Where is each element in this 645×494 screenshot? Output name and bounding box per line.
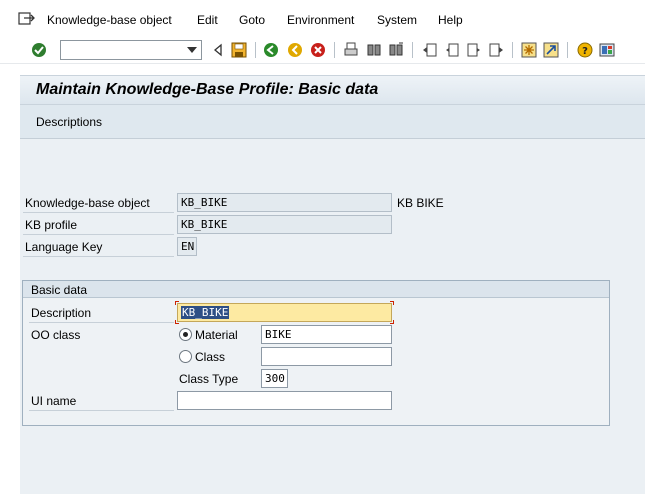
title-bar: Maintain Knowledge-Base Profile: Basic d… <box>20 75 645 105</box>
exit-menu-icon[interactable] <box>18 12 36 26</box>
shortcut-icon[interactable] <box>542 41 560 59</box>
description-value: KB_BIKE <box>181 306 230 319</box>
toolbar-separator <box>334 42 335 58</box>
focus-corner <box>175 320 179 324</box>
menu-system[interactable]: System <box>377 13 417 27</box>
cancel-icon[interactable] <box>309 41 327 59</box>
ui-name-input[interactable] <box>177 391 392 410</box>
create-session-icon[interactable] <box>520 41 538 59</box>
kb-profile-field[interactable]: KB_BIKE <box>177 215 392 234</box>
label-underline <box>23 212 174 213</box>
material-radio-label[interactable]: Material <box>195 328 238 342</box>
toolbar-separator <box>412 42 413 58</box>
enter-icon[interactable] <box>30 41 48 59</box>
application-toolbar: Descriptions <box>20 105 645 139</box>
command-dropdown-icon[interactable] <box>187 47 197 53</box>
help-icon[interactable]: ? <box>576 41 594 59</box>
last-page-icon[interactable] <box>487 41 505 59</box>
label-underline <box>29 410 174 411</box>
standard-toolbar: ? <box>0 36 645 64</box>
layout-icon[interactable] <box>598 41 616 59</box>
kb-object-field[interactable]: KB_BIKE <box>177 193 392 212</box>
label-underline <box>29 322 174 323</box>
menu-help[interactable]: Help <box>438 13 463 27</box>
find-next-icon[interactable] <box>387 41 405 59</box>
basic-data-group-header: Basic data <box>23 281 609 298</box>
find-icon[interactable] <box>365 41 383 59</box>
class-type-input[interactable]: 300 <box>261 369 288 388</box>
command-field[interactable] <box>60 40 202 60</box>
description-input[interactable]: KB_BIKE <box>177 303 392 322</box>
kb-object-label: Knowledge-base object <box>25 196 150 210</box>
ui-name-label: UI name <box>31 394 77 408</box>
language-key-label: Language Key <box>25 240 103 254</box>
menu-knowledge-base-object[interactable]: Knowledge-base object <box>47 13 172 27</box>
print-icon[interactable] <box>342 41 360 59</box>
exit-icon[interactable] <box>286 41 304 59</box>
first-page-icon[interactable] <box>421 41 439 59</box>
descriptions-button[interactable]: Descriptions <box>36 115 102 129</box>
language-key-field[interactable]: EN <box>177 237 197 256</box>
previous-page-icon[interactable] <box>443 41 461 59</box>
material-radio[interactable] <box>179 328 192 341</box>
toolbar-separator <box>255 42 256 58</box>
menu-edit[interactable]: Edit <box>197 13 218 27</box>
class-radio-label[interactable]: Class <box>195 350 225 364</box>
material-input[interactable]: BIKE <box>261 325 392 344</box>
label-underline <box>23 234 174 235</box>
focus-corner <box>390 301 394 305</box>
kb-object-text: KB BIKE <box>397 196 444 210</box>
back-icon[interactable] <box>262 41 280 59</box>
description-label: Description <box>31 306 92 320</box>
menu-bar: Knowledge-base object Edit Goto Environm… <box>0 0 645 36</box>
left-edge <box>0 64 20 494</box>
menu-environment[interactable]: Environment <box>287 13 354 27</box>
class-radio[interactable] <box>179 350 192 363</box>
basic-data-group-title: Basic data <box>31 283 88 297</box>
label-underline <box>23 256 174 257</box>
focus-corner <box>390 320 394 324</box>
menu-goto[interactable]: Goto <box>239 13 265 27</box>
page-title: Maintain Knowledge-Base Profile: Basic d… <box>36 81 379 98</box>
focus-corner <box>175 301 179 305</box>
oo-class-label: OO class <box>31 328 81 342</box>
radio-selected-dot <box>183 332 188 337</box>
back-arrow-icon[interactable] <box>209 41 227 59</box>
next-page-icon[interactable] <box>465 41 483 59</box>
class-type-label: Class Type <box>179 372 239 386</box>
save-icon[interactable] <box>230 41 248 59</box>
kb-profile-label: KB profile <box>25 218 78 232</box>
class-input[interactable] <box>261 347 392 366</box>
toolbar-separator <box>567 42 568 58</box>
toolbar-separator <box>512 42 513 58</box>
svg-text:?: ? <box>582 46 588 57</box>
